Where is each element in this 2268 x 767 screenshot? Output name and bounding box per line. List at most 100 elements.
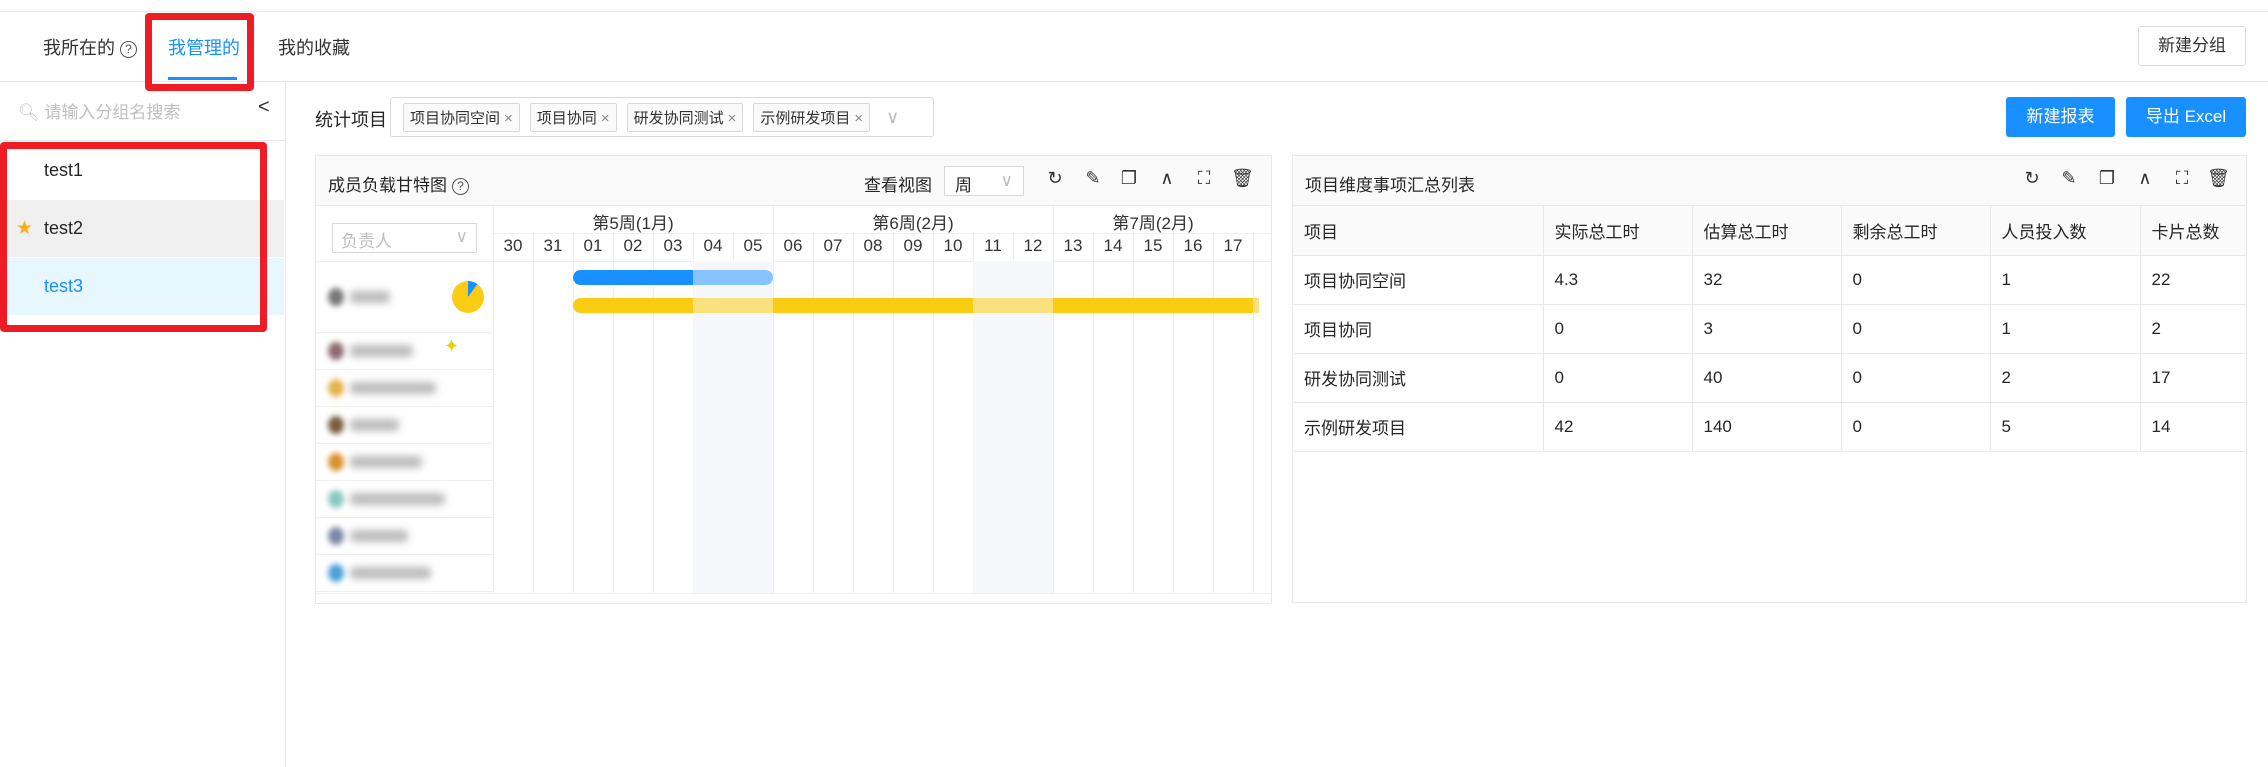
delete-icon[interactable]: 🗑︎ — [1231, 168, 1254, 192]
cell: 0 — [1841, 353, 1991, 403]
fullscreen-icon[interactable]: ⛶ — [2171, 168, 2193, 192]
copy-icon[interactable]: ❐ — [1118, 168, 1140, 192]
summary-header: 项目维度事项汇总列表 ↻ ✎ ❐ ∧ ⛶ 🗑︎ — [1293, 156, 2246, 206]
week-divider — [1053, 206, 1054, 233]
copy-icon[interactable]: ❐ — [2096, 168, 2118, 192]
yellow-bar-segment — [1173, 298, 1213, 313]
cell: 项目协同空间 — [1293, 255, 1544, 305]
view-select[interactable]: 周 ∨ — [944, 166, 1024, 196]
chevron-down-icon: ∨ — [1000, 171, 1013, 190]
column-header: 项目 — [1293, 206, 1544, 256]
filter-label: 统计项目 — [315, 110, 387, 130]
search-placeholder: 请输入分组名搜索 — [44, 103, 181, 122]
member-avatar — [328, 378, 344, 397]
day-label: 30 — [503, 236, 523, 255]
fullscreen-icon[interactable]: ⛶ — [1193, 168, 1215, 192]
edit-icon[interactable]: ✎ — [1082, 168, 1104, 192]
row-line — [316, 369, 493, 370]
summary-title: 项目维度事项汇总列表 — [1305, 176, 1475, 195]
member-name — [350, 455, 422, 468]
member-avatar — [328, 563, 344, 582]
top-divider — [0, 11, 2268, 12]
week-label: 第6周(2月) — [872, 214, 954, 233]
cell: 1 — [1990, 255, 2141, 305]
label-column-line — [493, 206, 494, 593]
yellow-bar-segment — [1053, 298, 1093, 313]
member-name — [350, 381, 436, 394]
collapse-icon[interactable]: ∧ — [2134, 168, 2156, 192]
edit-icon[interactable]: ✎ — [2058, 168, 2080, 192]
cell: 14 — [2140, 402, 2246, 452]
day-column-line — [1053, 233, 1054, 593]
yellow-bar-segment — [1093, 298, 1133, 313]
week-label: 第7周(2月) — [1112, 214, 1194, 233]
cell: 5 — [1990, 402, 2141, 452]
group-search-input[interactable]: 🔍︎ 请输入分组名搜索 — [18, 98, 180, 123]
project-multiselect[interactable]: 项目协同空间 × 项目协同 × 研发协同测试 × 示例研发项目 × ∨ — [390, 97, 934, 137]
tab-favorites[interactable]: 我的收藏 — [278, 34, 350, 60]
tab-mine[interactable]: 我所在的? — [43, 34, 137, 60]
delete-icon[interactable]: 🗑︎ — [2207, 168, 2230, 192]
member-name — [350, 566, 431, 579]
member-name — [350, 290, 390, 303]
day-label: 13 — [1063, 236, 1083, 255]
blue-bar-solid — [573, 270, 693, 285]
yellow-bar-segment — [1213, 298, 1253, 313]
day-column-line — [933, 233, 934, 593]
yellow-bar-segment — [653, 298, 693, 313]
cell: 4.3 — [1543, 255, 1693, 305]
collapse-sidebar-icon[interactable]: < — [258, 96, 270, 119]
remove-tag-icon[interactable]: × — [601, 110, 610, 127]
day-label: 10 — [943, 236, 963, 255]
member-avatar — [328, 287, 344, 306]
view-label: 查看视图 — [864, 176, 932, 195]
day-column-line — [773, 233, 774, 593]
project-tag: 研发协同测试 × — [626, 102, 744, 132]
refresh-icon[interactable]: ↻ — [2021, 168, 2043, 192]
sidebar-divider — [0, 140, 286, 141]
project-tag: 项目协同 × — [529, 102, 617, 132]
cell: 0 — [1841, 255, 1991, 305]
new-group-button[interactable]: 新建分组 — [2138, 26, 2246, 66]
summary-table: 项目 实际总工时 估算总工时 剩余总工时 人员投入数 卡片总数 项目协同空间 4.… — [1293, 206, 2246, 452]
tag-label: 项目协同 — [536, 109, 597, 127]
member-name — [350, 529, 408, 542]
remove-tag-icon[interactable]: × — [854, 110, 863, 127]
gantt-header: 成员负载甘特图? 查看视图 周 ∨ ↻ ✎ ❐ ∧ ⛶ 🗑︎ — [316, 156, 1271, 206]
member-avatar — [328, 526, 344, 545]
remove-tag-icon[interactable]: × — [504, 110, 513, 127]
chevron-down-icon[interactable]: ∨ — [886, 107, 899, 128]
row-line — [316, 480, 493, 481]
day-label: 06 — [783, 236, 803, 255]
remove-tag-icon[interactable]: × — [728, 110, 737, 127]
new-report-button[interactable]: 新建报表 — [2006, 97, 2115, 137]
refresh-icon[interactable]: ↻ — [1044, 168, 1066, 192]
header-bottom-line — [316, 261, 1271, 262]
yellow-bar-segment — [693, 298, 733, 313]
day-label: 02 — [623, 236, 643, 255]
day-label: 12 — [1023, 236, 1043, 255]
week-label: 第5周(1月) — [592, 214, 674, 233]
export-excel-button[interactable]: 导出 Excel — [2126, 97, 2246, 137]
cell: 32 — [1692, 255, 1842, 305]
column-header: 实际总工时 — [1543, 206, 1693, 256]
column-header: 卡片总数 — [2140, 206, 2246, 256]
day-label: 09 — [903, 236, 923, 255]
cell: 3 — [1692, 304, 1842, 354]
member-name — [350, 492, 445, 505]
day-label: 04 — [703, 236, 723, 255]
member-avatar — [328, 452, 344, 471]
member-avatar — [328, 489, 344, 508]
help-icon[interactable]: ? — [120, 41, 137, 58]
day-column-line — [1133, 233, 1134, 593]
column-header: 人员投入数 — [1990, 206, 2141, 256]
day-label: 14 — [1103, 236, 1123, 255]
day-column-line — [533, 233, 534, 593]
tag-label: 研发协同测试 — [633, 109, 724, 127]
day-column-line — [1093, 233, 1094, 593]
day-column-line — [893, 233, 894, 593]
help-icon[interactable]: ? — [452, 178, 469, 195]
collapse-icon[interactable]: ∧ — [1156, 168, 1178, 192]
cell: 示例研发项目 — [1293, 402, 1544, 452]
cursor-sparkle-icon: ✦ — [444, 336, 460, 356]
